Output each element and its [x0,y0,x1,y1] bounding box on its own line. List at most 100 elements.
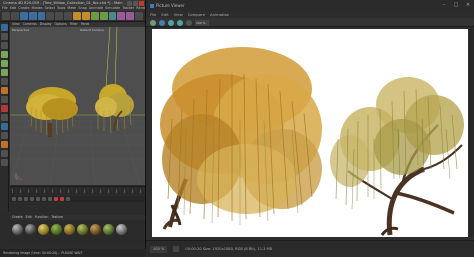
subdivision-icon[interactable] [108,12,117,20]
rotate-tool-icon[interactable] [37,12,46,20]
c4d-window: Cinema 4D R20.059 - [Tree_Willow_Collect… [0,0,146,257]
scene-icon[interactable] [135,12,143,20]
maximize-button[interactable] [133,0,138,6]
texture-mode-icon[interactable] [1,42,8,49]
viewer-menu-compare[interactable]: Compare [188,11,205,18]
solo-icon[interactable] [1,87,8,94]
minimize-icon[interactable]: – [440,2,448,8]
material-swatch[interactable] [103,224,114,235]
scale-tool-icon[interactable] [28,12,37,20]
render-picture-viewer-icon[interactable] [81,12,90,20]
previous-key-icon[interactable] [18,197,22,201]
x-axis-icon[interactable] [46,12,55,20]
menu-mesh[interactable]: Mesh [67,6,76,11]
menu-edit[interactable]: Edit [10,6,17,11]
picture-viewer-menu: File Edit View Compare Animation [146,11,474,18]
points-mode-icon[interactable] [1,51,8,58]
menu-create[interactable]: Create [18,6,29,11]
record-key-icon[interactable] [54,197,58,201]
material-menu-edit[interactable]: Edit [26,215,32,220]
undo-icon[interactable] [2,12,10,20]
picture-viewer-scrollbar[interactable] [469,29,473,237]
menu-snap[interactable]: Snap [78,6,87,11]
sculpt-icon[interactable] [1,141,8,148]
keyframe-selection-icon[interactable] [66,197,70,201]
planar-workplane-icon[interactable] [1,114,8,121]
menu-render[interactable]: Render [136,6,145,11]
next-key-icon[interactable] [42,197,46,201]
material-menu-create[interactable]: Create [12,215,23,220]
quantize-icon[interactable] [1,123,8,130]
menu-select[interactable]: Select [45,6,55,11]
autokey-icon[interactable] [60,197,64,201]
menu-tracker[interactable]: Tracker [122,6,134,11]
picture-viewer-status-bar: 100 % 00:00:20 Size: 1920x1080, RGB (8 B… [146,240,474,257]
window-controls [127,0,144,6]
deformer-icon[interactable] [126,12,135,20]
ab-compare-icon[interactable] [177,19,183,26]
app-title: Cinema 4D R20.059 - [Tree_Willow_Collect… [3,1,123,5]
y-axis-icon[interactable] [55,12,64,20]
viewer-menu-edit[interactable]: Edit [161,11,168,18]
pen-icon[interactable] [99,12,108,20]
layer-icon[interactable] [1,150,8,157]
play-icon[interactable] [30,197,34,201]
menu-animate[interactable]: Animate [89,6,103,11]
picture-viewer-toolbar: 100 % [146,18,474,27]
viewport-solo-icon[interactable] [1,159,8,166]
axis-mode-icon[interactable] [1,78,8,85]
redo-icon[interactable] [10,12,19,20]
next-frame-icon[interactable] [36,197,40,201]
material-swatch[interactable] [77,224,88,235]
material-manager [10,221,145,243]
stop-render-icon[interactable] [159,19,165,26]
fit-icon[interactable] [173,246,180,252]
zoom-dropdown[interactable]: 100 % [195,19,209,26]
model-mode-icon[interactable] [1,33,8,40]
go-to-start-icon[interactable] [12,197,16,201]
viewer-menu-view[interactable]: View [174,11,183,18]
minimize-button[interactable] [127,0,132,6]
tweak-mode-icon[interactable] [1,132,8,139]
maximize-icon[interactable]: □ [452,2,460,8]
material-swatch[interactable] [38,224,49,235]
region-icon[interactable] [168,19,174,26]
material-swatch[interactable] [64,224,75,235]
viewer-menu-file[interactable]: File [150,11,156,18]
material-swatch[interactable] [51,224,62,235]
viewport-label: Perspective [12,28,30,32]
edges-mode-icon[interactable] [1,60,8,67]
zoom-level[interactable]: 100 % [150,245,168,253]
menu-simulate[interactable]: Simulate [105,6,120,11]
close-button[interactable] [139,0,144,6]
menu-file[interactable]: File [2,6,8,11]
rendered-image [152,29,468,237]
move-tool-icon[interactable] [19,12,28,20]
go-to-end-icon[interactable] [48,197,52,201]
snap-icon[interactable] [1,96,8,103]
polygons-mode-icon[interactable] [1,69,8,76]
cube-icon[interactable] [90,12,99,20]
3d-viewport[interactable]: Perspective Default Camera [10,27,145,185]
timeline[interactable] [10,186,145,196]
material-swatch[interactable] [25,224,36,235]
material-menu-function[interactable]: Function [35,215,49,220]
picture-viewer-title: Picture Viewer [156,3,185,8]
material-menu-texture[interactable]: Texture [51,215,63,220]
menu-tools[interactable]: Tools [57,6,65,11]
viewport-scene [10,27,145,185]
material-swatch[interactable] [90,224,101,235]
render-icon[interactable] [150,19,156,26]
save-icon[interactable] [186,19,192,26]
lock-workplane-icon[interactable] [1,105,8,112]
material-swatch[interactable] [116,224,127,235]
previous-frame-icon[interactable] [24,197,28,201]
make-editable-icon[interactable] [1,24,8,31]
cloner-icon[interactable] [117,12,126,20]
material-swatch[interactable] [12,224,23,235]
close-icon[interactable]: ✕ [464,2,472,8]
render-view-icon[interactable] [73,12,81,20]
viewer-menu-animation[interactable]: Animation [210,11,229,18]
menu-modes[interactable]: Modes [32,6,43,11]
z-axis-icon[interactable] [64,12,72,20]
